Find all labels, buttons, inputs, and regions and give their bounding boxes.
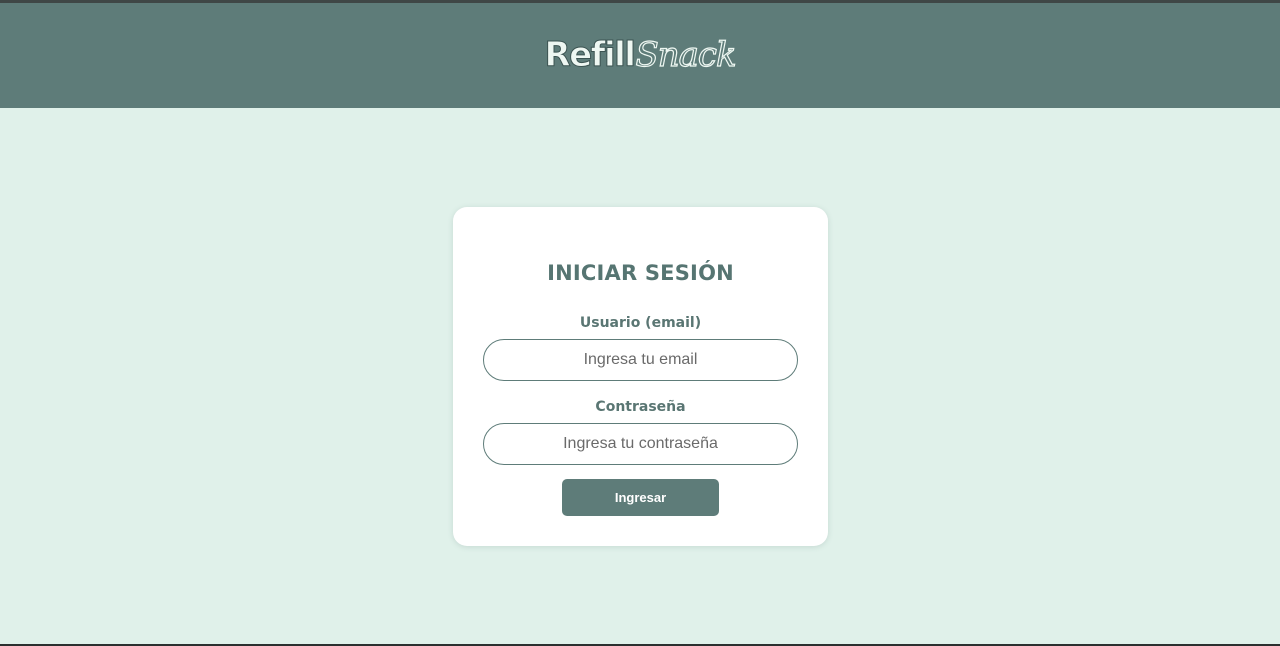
login-submit-button[interactable]: Ingresar <box>562 479 719 516</box>
email-label: Usuario (email) <box>579 315 702 331</box>
login-title: INICIAR SESIÓN <box>547 261 734 285</box>
password-label: Contraseña <box>595 399 686 415</box>
password-field[interactable] <box>483 423 798 465</box>
logo-text-refill: Refill <box>544 34 637 75</box>
email-field[interactable] <box>483 339 798 381</box>
site-header: Refill Snack <box>0 3 1280 108</box>
logo-text-snack: Snack <box>635 34 737 75</box>
refillsnack-logo[interactable]: Refill Snack <box>544 34 737 75</box>
login-card: INICIAR SESIÓN Usuario (email) Contraseñ… <box>453 207 828 546</box>
